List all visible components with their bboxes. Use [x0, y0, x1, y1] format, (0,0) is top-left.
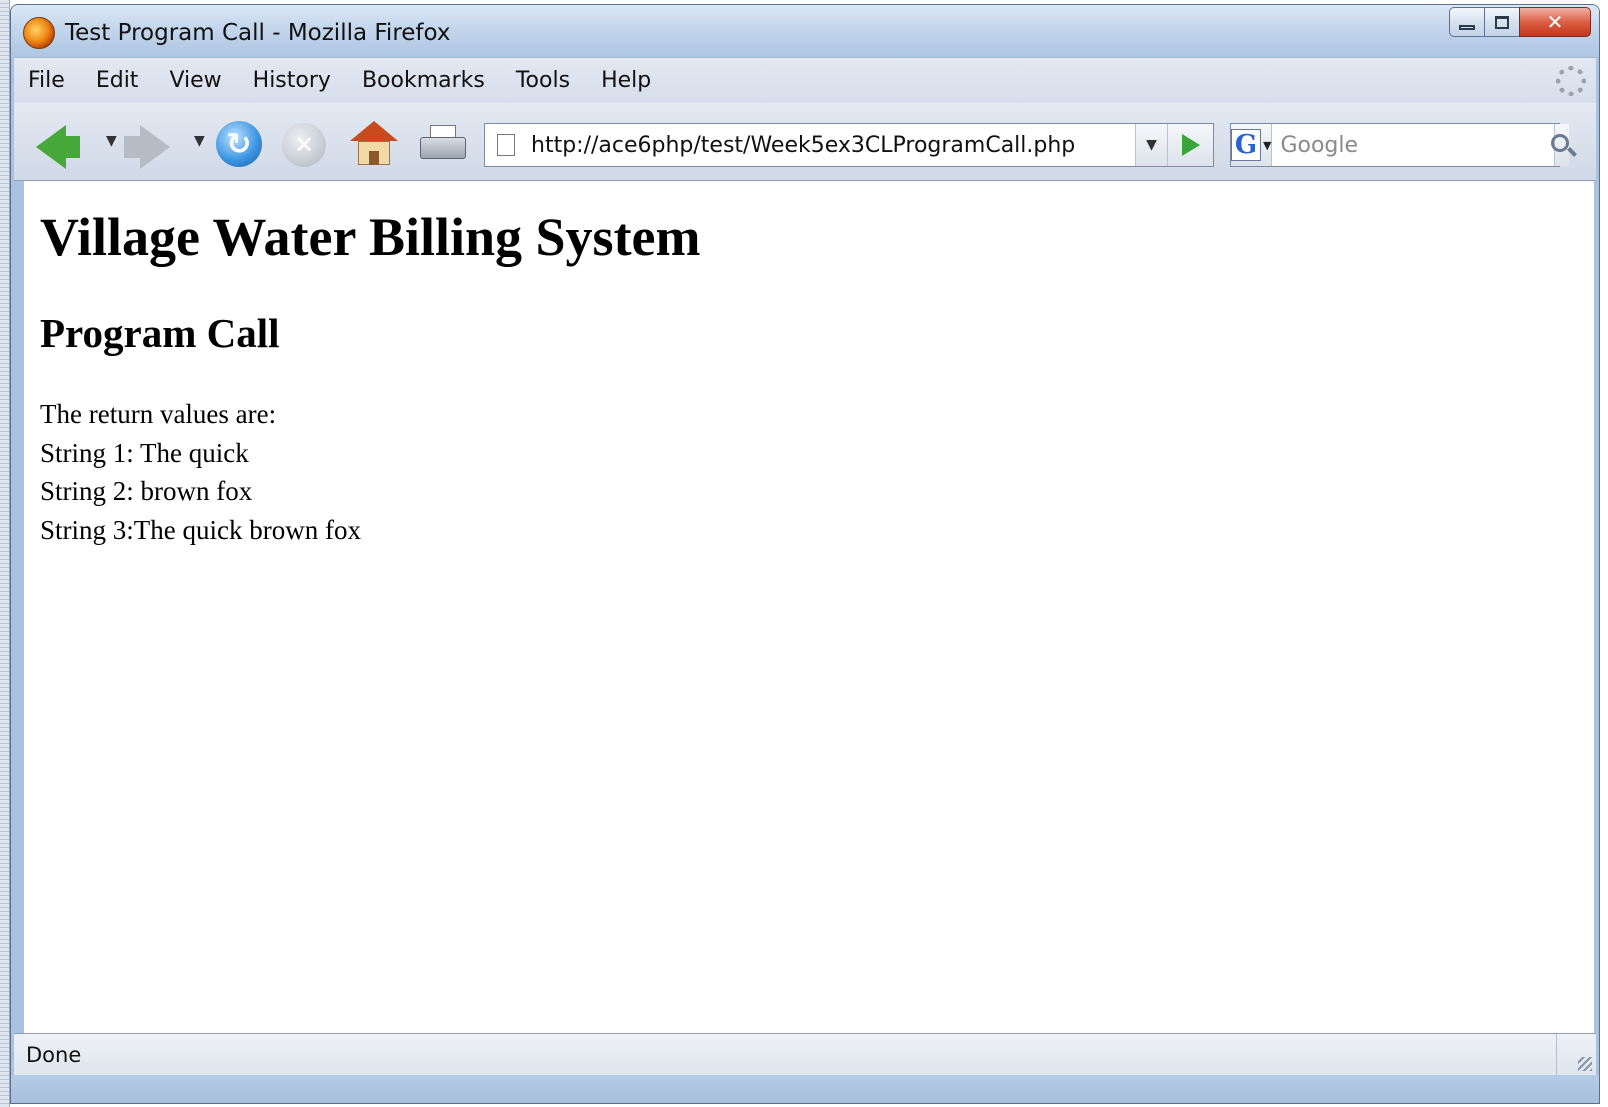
back-history-dropdown-icon[interactable]: ▼	[106, 133, 117, 149]
home-icon[interactable]	[350, 121, 398, 167]
page-subheading: Program Call	[40, 310, 280, 356]
menu-view[interactable]: View	[169, 68, 221, 93]
go-button[interactable]	[1167, 124, 1213, 166]
result-line: String 2: brown fox	[40, 476, 253, 506]
menu-edit[interactable]: Edit	[96, 68, 139, 93]
menu-bar: File Edit View History Bookmarks Tools H…	[14, 57, 1596, 103]
url-text[interactable]: http://ace6php/test/Week5ex3CLProgramCal…	[531, 133, 1135, 158]
url-dropdown-button[interactable]: ▼	[1135, 124, 1167, 166]
menu-history[interactable]: History	[253, 68, 331, 93]
page-icon	[497, 134, 515, 156]
home-roof	[350, 121, 398, 141]
home-door	[369, 151, 379, 165]
forward-history-dropdown-icon[interactable]: ▼	[194, 133, 205, 149]
resize-grip-icon[interactable]	[1556, 1034, 1596, 1075]
title-bar[interactable]: Test Program Call - Mozilla Firefox ✕	[11, 5, 1599, 57]
menu-bookmarks[interactable]: Bookmarks	[362, 68, 485, 93]
google-engine-icon: G	[1231, 129, 1261, 161]
page-content: Village Water Billing System Program Cal…	[24, 181, 1594, 1033]
back-button[interactable]	[62, 136, 80, 158]
search-button[interactable]	[1551, 124, 1570, 166]
chevron-down-icon: ▼	[1146, 137, 1157, 153]
browser-window: Test Program Call - Mozilla Firefox ✕ Fi…	[10, 4, 1600, 1104]
status-bar: Done	[14, 1033, 1596, 1075]
navigation-toolbar: ▼ ▼ ↻ ✕ http://ace6php/test/Week5ex3CLPr…	[14, 103, 1596, 181]
close-icon: ✕	[1546, 10, 1564, 34]
window-title: Test Program Call - Mozilla Firefox	[65, 20, 451, 46]
address-bar[interactable]: http://ace6php/test/Week5ex3CLProgramCal…	[484, 123, 1214, 167]
maximize-icon	[1495, 15, 1509, 29]
magnifier-icon	[1551, 134, 1570, 152]
search-input[interactable]	[1272, 125, 1555, 165]
stop-icon[interactable]: ✕	[282, 123, 326, 167]
result-line: The return values are:	[40, 399, 277, 429]
search-engine-button[interactable]: G ▼	[1231, 124, 1273, 166]
result-line: String 1: The quick	[40, 437, 249, 468]
background-edge	[0, 0, 10, 1107]
menu-file[interactable]: File	[28, 68, 65, 93]
minimize-button[interactable]	[1449, 7, 1485, 37]
close-button[interactable]: ✕	[1519, 7, 1591, 37]
minimize-icon	[1459, 24, 1475, 30]
print-body	[420, 137, 466, 159]
engine-dropdown-icon: ▼	[1263, 138, 1272, 152]
firefox-icon	[23, 17, 55, 49]
status-text: Done	[26, 1042, 82, 1067]
menu-help[interactable]: Help	[601, 68, 651, 93]
reload-icon[interactable]: ↻	[216, 121, 262, 167]
window-frame-bottom	[11, 1075, 1599, 1103]
maximize-button[interactable]	[1484, 7, 1520, 37]
throbber-icon	[1556, 66, 1586, 96]
menu-tools[interactable]: Tools	[516, 68, 570, 93]
go-arrow-icon	[1181, 134, 1200, 156]
forward-arrow-icon[interactable]	[140, 125, 170, 169]
search-bar: G ▼	[1230, 123, 1570, 167]
result-line: String 3:The quick brown fox	[40, 514, 361, 545]
page-heading: Village Water Billing System	[40, 207, 701, 267]
print-icon[interactable]	[420, 125, 466, 165]
window-controls: ✕	[1449, 7, 1591, 41]
